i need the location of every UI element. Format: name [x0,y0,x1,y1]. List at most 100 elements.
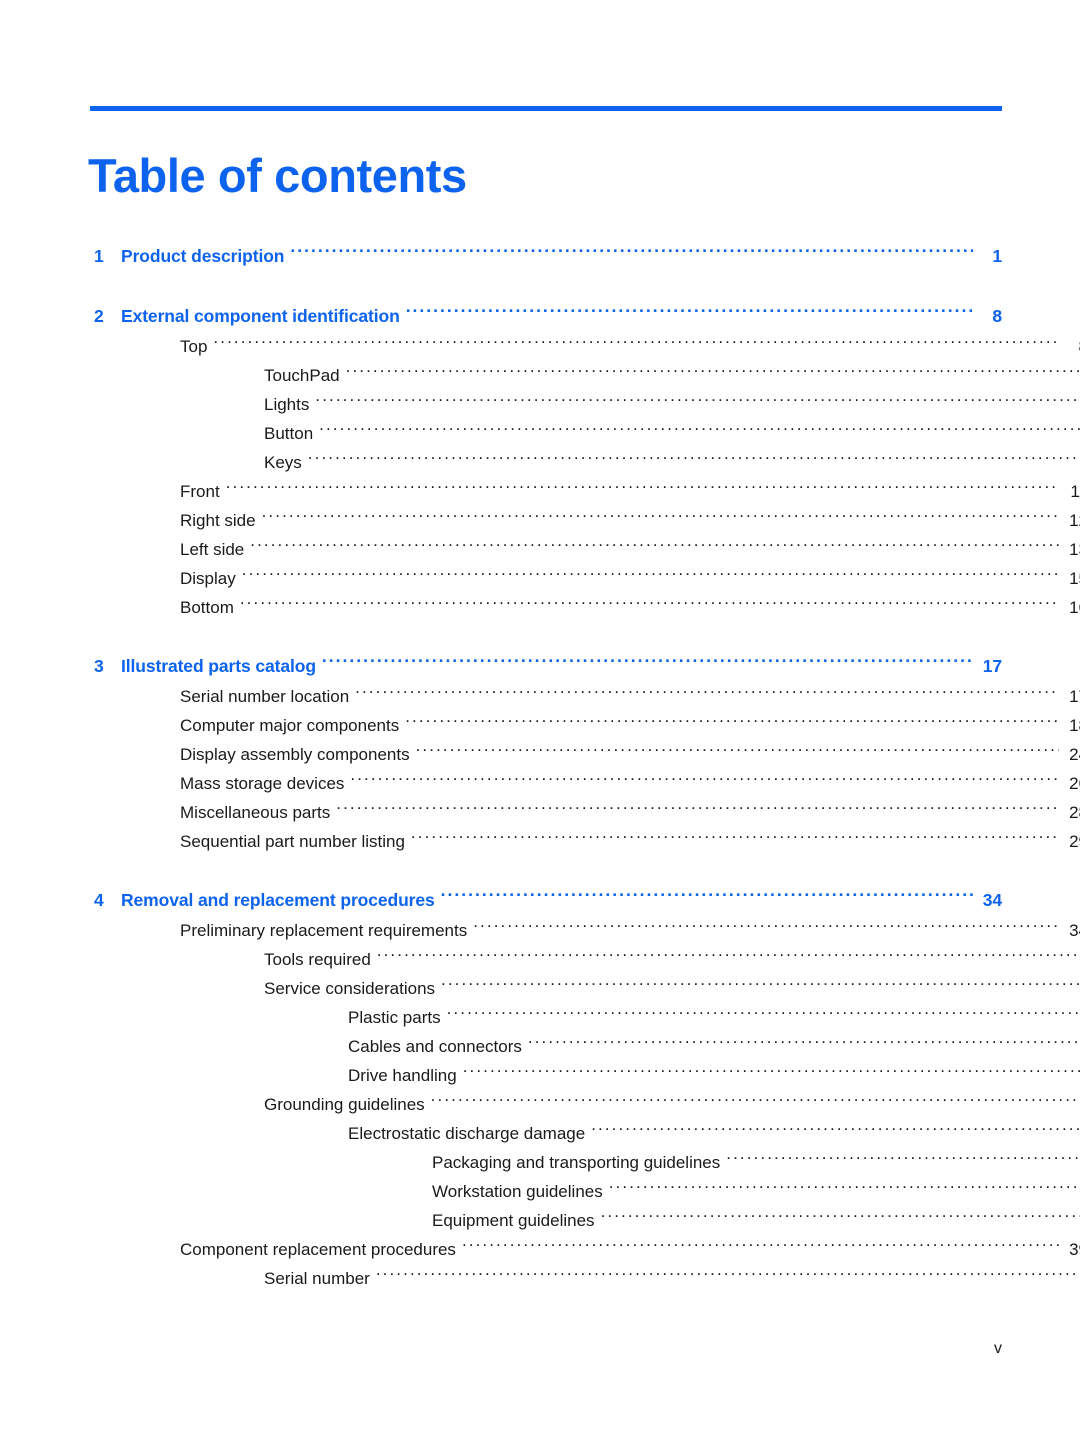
toc-dot-leader [601,1209,1080,1226]
toc-dot-leader [350,772,1059,789]
toc-entry-label: Cables and connectors [348,1037,522,1056]
toc-entry-label: Keys [264,453,302,472]
toc-subsection-entry[interactable]: Serial number location 17 [94,682,1080,711]
toc-subsection-entry[interactable]: Miscellaneous parts 28 [94,798,1080,827]
toc-entry-label: Right side [180,511,256,530]
toc-entry-label: Service considerations [264,979,436,998]
toc-subsection-entry[interactable]: Grounding guidelines36 [94,1090,1080,1119]
toc-subsection-entry[interactable]: Drive handling35 [94,1061,1080,1090]
toc-subsection-entry[interactable]: TouchPad8 [94,361,1080,390]
toc-subsection-entry[interactable]: Mass storage devices 26 [94,769,1080,798]
toc-dot-leader [226,480,1059,497]
toc-entry-label: Illustrated parts catalog [121,656,316,676]
toc-subsection-entry[interactable]: Workstation guidelines37 [94,1177,1080,1206]
toc-subsection-entry[interactable]: Lights9 [94,390,1080,419]
toc-entry-label: Mass storage devices [180,774,345,793]
toc-entry-page-number: 1 [992,246,1002,266]
toc-chapter-number: 3 [94,656,104,676]
toc-entry-label: Serial number location [180,687,350,706]
title-rule-divider [90,106,1002,111]
toc-subsection-entry[interactable]: Plastic parts34 [94,1003,1080,1032]
toc-subsection-entry[interactable]: Packaging and transporting guidelines37 [94,1148,1080,1177]
toc-entry-page-number: 34 [982,890,1002,910]
toc-chapter-entry[interactable]: 1 Product description 1 [94,240,1002,272]
toc-entry-label: Tools required [264,950,371,969]
toc-dot-leader [346,364,1080,381]
toc-subsection-entry[interactable]: Equipment guidelines38 [94,1206,1080,1235]
toc-entry-label: Display [180,569,236,588]
table-of-contents-list: 1 Product description 1 2External component… [94,240,1080,1293]
toc-entry-label: Grounding guidelines [264,1095,425,1114]
toc-subsection-entry[interactable]: Display assembly components 24 [94,740,1080,769]
toc-dot-leader [447,1006,1080,1023]
toc-entry-page-number: 8 [992,306,1002,326]
toc-entry-label: Drive handling [348,1066,457,1085]
toc-subsection-entry[interactable]: Service considerations34 [94,974,1080,1003]
toc-subsection-entry[interactable]: Top 8 [94,332,1080,361]
toc-entry-page-number: 28 [1069,803,1080,822]
toc-entry-label: Removal and replacement procedures [121,890,435,910]
toc-entry-label: Miscellaneous parts [180,803,331,822]
toc-dot-leader [377,948,1080,965]
toc-entry-label: Front [180,482,220,501]
toc-dot-leader [609,1180,1080,1197]
toc-entry-page-number: 13 [1069,540,1080,559]
toc-dot-leader [376,1267,1080,1284]
toc-subsection-entry[interactable]: Front 11 [94,477,1080,506]
toc-dot-leader [406,305,973,323]
toc-dot-leader [726,1151,1080,1168]
toc-dot-leader [591,1122,1080,1139]
toc-chapter-entry[interactable]: 2 External component identification 8 [94,300,1002,332]
toc-subsection-entry[interactable]: Computer major components 18 [94,711,1080,740]
toc-entry-page-number: 18 [1069,716,1080,735]
toc-subsection-entry[interactable]: Electrostatic discharge damage36 [94,1119,1080,1148]
page-folio-number: v [994,1340,1002,1357]
toc-subsection-entry[interactable]: Bottom 16 [94,593,1080,622]
toc-dot-leader [262,509,1059,526]
toc-subsection-entry[interactable]: Display 15 [94,564,1080,593]
toc-subsection-entry[interactable]: Serial number39 [94,1264,1080,1293]
toc-entry-page-number: 11 [1070,482,1080,501]
toc-entry-label: Display assembly components [180,745,410,764]
toc-entry-label: Product description [121,246,285,266]
toc-dot-leader [242,567,1059,584]
toc-entry-page-number: 39 [1069,1240,1080,1259]
toc-entry-page-number: 15 [1069,569,1080,588]
toc-dot-leader [290,245,973,263]
toc-entry-label: Lights [264,395,310,414]
toc-subsection-entry[interactable]: Tools required34 [94,945,1080,974]
toc-entry-label: Left side [180,540,245,559]
toc-dot-leader [431,1093,1080,1110]
toc-dot-leader [336,801,1059,818]
toc-subsection-entry[interactable]: Cables and connectors35 [94,1032,1080,1061]
toc-subsection-entry[interactable]: Component replacement procedures 39 [94,1235,1080,1264]
toc-entry-page-number: 8 [1059,332,1080,361]
toc-subsection-entry[interactable]: Left side 13 [94,535,1080,564]
toc-entry-page-number: 17 [1069,687,1080,706]
toc-chapter-number: 2 [94,306,104,326]
toc-dot-leader [441,889,973,907]
toc-dot-leader [308,451,1080,468]
toc-dot-leader [240,596,1059,613]
toc-subsection-entry[interactable]: Preliminary replacement requirements 34 [94,916,1080,945]
toc-subsection-entry[interactable]: Right side 12 [94,506,1080,535]
toc-chapter-entry[interactable]: 4 Removal and replacement procedures 34 [94,884,1002,916]
toc-dot-leader [441,977,1080,994]
toc-entry-page-number: 29 [1069,832,1080,851]
toc-entry-label: Electrostatic discharge damage [348,1124,586,1143]
toc-entry-label: Packaging and transporting guidelines [432,1153,721,1172]
toc-subsection-entry[interactable]: Keys11 [94,448,1080,477]
toc-entry-label: Component replacement procedures [180,1240,456,1259]
toc-dot-leader [250,538,1059,555]
toc-dot-leader [411,830,1059,847]
toc-entry-page-number: 24 [1069,745,1080,764]
toc-chapter-entry[interactable]: 3 Illustrated parts catalog 17 [94,650,1002,682]
toc-subsection-entry[interactable]: Button10 [94,419,1080,448]
toc-chapter-number: 1 [94,246,104,266]
toc-dot-leader [473,919,1059,936]
toc-dot-leader [463,1064,1080,1081]
toc-subsection-entry[interactable]: Sequential part number listing 29 [94,827,1080,856]
toc-entry-label: Workstation guidelines [432,1182,603,1201]
toc-dot-leader [416,743,1059,760]
toc-entry-label: Computer major components [180,716,400,735]
